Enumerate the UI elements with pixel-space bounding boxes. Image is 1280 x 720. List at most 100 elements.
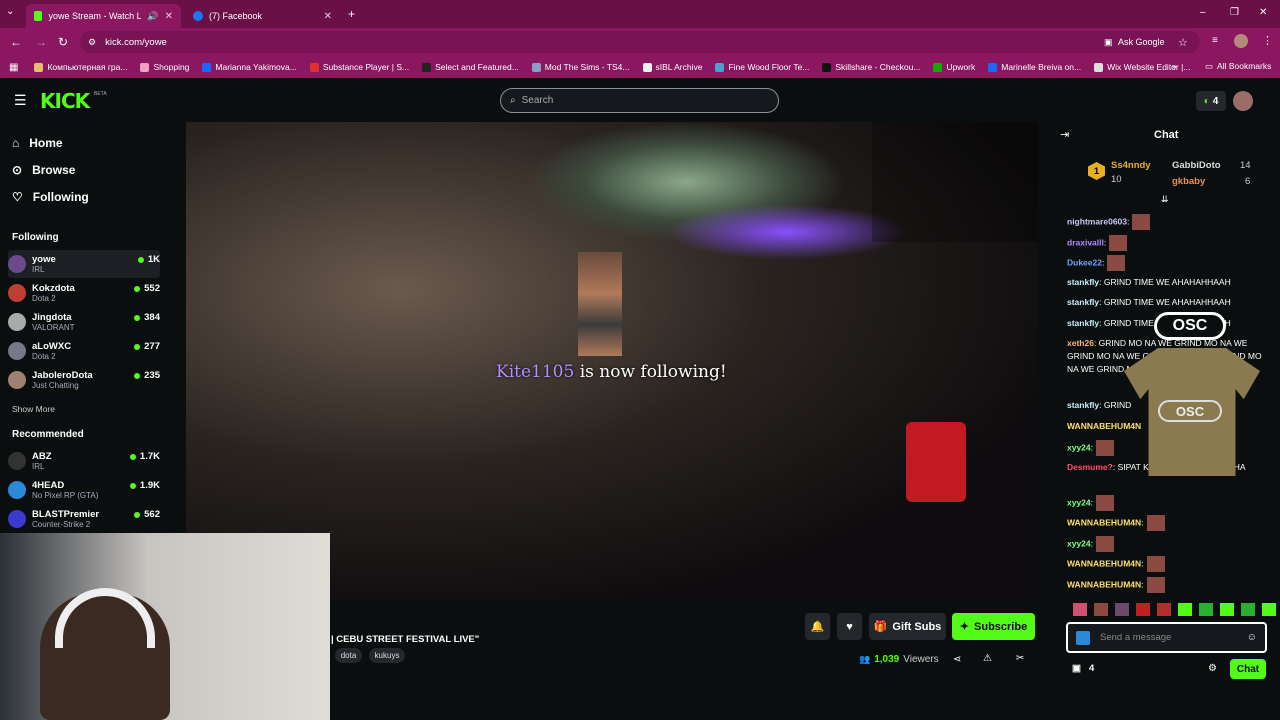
bookmark-item[interactable]: Select and Featured... (422, 62, 519, 72)
browser-menu-icon[interactable]: ⋮ (1262, 34, 1273, 47)
close-tab-icon[interactable]: ✕ (324, 11, 332, 22)
bookmark-item[interactable]: Marianna Yakimova... (202, 62, 297, 72)
star-icon: ✦ (959, 621, 970, 633)
emote-icon[interactable] (1157, 603, 1171, 616)
emote-bar[interactable] (1070, 603, 1276, 616)
bookmark-item[interactable]: Fine Wood Floor Te... (715, 62, 809, 72)
user-avatar[interactable] (1233, 91, 1253, 111)
bookmark-item[interactable]: Upwork (933, 62, 975, 72)
address-field[interactable]: ⚙ kick.com/yowe ▣ Ask Google ☆ (80, 31, 1200, 53)
reload-icon[interactable]: ↻ (58, 35, 68, 49)
kick-emoji-icon[interactable] (1076, 630, 1090, 645)
channel-item[interactable]: aLoWXC Dota 2 277 (8, 337, 160, 365)
avatar (8, 255, 26, 273)
bookmark-item[interactable]: Mod The Sims - TS4... (531, 62, 630, 72)
bookmark-star-icon[interactable]: ☆ (1178, 36, 1188, 49)
webcam-overlay (0, 533, 330, 720)
live-dot-icon (137, 256, 144, 263)
bookmark-item[interactable]: Skillshare - Checkou... (822, 62, 920, 72)
gift-subs-button[interactable]: 🎁 Gift Subs (869, 613, 946, 640)
subscribe-button[interactable]: ✦ Subscribe (952, 613, 1035, 640)
live-dot-icon (134, 372, 141, 379)
collapse-chat-icon[interactable]: ⇥ (1060, 128, 1069, 141)
channel-item[interactable]: Kokzdota Dota 2 552 (8, 279, 160, 307)
follow-heart-button[interactable]: ♥ (837, 613, 862, 640)
follow-text: is now following! (579, 362, 727, 382)
report-icon[interactable]: ⚠ (983, 653, 992, 664)
window-close-icon[interactable]: ✕ (1259, 7, 1267, 18)
close-tab-icon[interactable]: ✕ (165, 11, 173, 22)
chat-input-box[interactable]: Send a message ☺ (1066, 622, 1267, 653)
emote-icon[interactable] (1094, 603, 1108, 616)
back-icon[interactable]: ← (10, 35, 22, 49)
emote-icon[interactable] (1136, 603, 1150, 616)
emote-icon[interactable] (1220, 603, 1234, 616)
restore-icon[interactable]: ❐ (1230, 7, 1239, 18)
channel-item[interactable]: BLASTPremier Counter-Strike 2 562 (8, 505, 160, 533)
tag-kukuys[interactable]: kukuys (369, 648, 405, 663)
emote-icon[interactable] (1199, 603, 1213, 616)
profile-avatar[interactable] (1234, 34, 1248, 48)
video-player[interactable]: Kite1105 is now following! (186, 122, 1038, 600)
emote-icon[interactable] (1115, 603, 1129, 616)
all-bookmarks[interactable]: ▭ All Bookmarks (1205, 61, 1271, 72)
site-info-icon[interactable]: ⚙ (88, 37, 96, 48)
nav-browse[interactable]: ⊙ Browse (0, 157, 172, 183)
chat-message: stankfly: GRIND TIME WE AHAHAHHAAH (1067, 277, 1231, 287)
chat-filter-icon[interactable]: ⇊ (1161, 194, 1169, 205)
chat-input[interactable]: Send a message (1100, 632, 1171, 643)
viewer-count: 562 (134, 509, 160, 520)
live-dot-icon (134, 343, 141, 350)
url-text: kick.com/yowe (105, 36, 167, 48)
apps-grid-icon[interactable]: ▦ (9, 62, 18, 73)
osc-logo: OSC (1154, 312, 1226, 340)
bookmark-item[interactable]: sIBL Archive (642, 62, 702, 72)
channel-item-yowe[interactable]: yowe IRL 1K (8, 250, 160, 278)
channel-item[interactable]: 4HEAD No Pixel RP (GTA) 1.9K (8, 476, 160, 504)
chat-send-button[interactable]: Chat (1230, 659, 1266, 679)
tab-facebook[interactable]: (7) Facebook ✕ (185, 4, 340, 28)
nav-following[interactable]: ♡ Following (0, 184, 172, 210)
points-badge[interactable]: ◐ 4 (1196, 91, 1226, 111)
tab-kick[interactable]: yowe Stream - Watch Live o 🔊 ✕ (26, 4, 181, 28)
clip-icon[interactable]: ✂ (1016, 653, 1024, 664)
search-bar[interactable]: ⌕ Search (500, 88, 779, 113)
emote-icon (1146, 556, 1165, 572)
ask-google-label[interactable]: Ask Google (1118, 37, 1165, 47)
tag-dota[interactable]: dota (335, 648, 362, 663)
rank-badge: 1 (1088, 162, 1105, 180)
bookmark-item[interactable]: Substance Player | S... (309, 62, 409, 72)
bookmark-item[interactable]: Marinelle Breiva on... (988, 62, 1081, 72)
bookmark-item[interactable]: Компьютерная гра... (34, 62, 127, 72)
nav-home[interactable]: ⌂ Home (0, 130, 172, 156)
more-bookmarks-icon[interactable]: » (1172, 61, 1177, 71)
share-icon[interactable]: ⋖ (953, 654, 961, 665)
emote-icon[interactable] (1262, 603, 1276, 616)
tab-search-icon[interactable]: ⌄ (6, 6, 14, 17)
browser-toolbar: ← → ↻ ⚙ kick.com/yowe ▣ Ask Google ☆ ≡ ⋮ (0, 28, 1280, 56)
forward-icon[interactable]: → (35, 35, 47, 49)
reading-list-icon[interactable]: ≡ (1212, 35, 1218, 46)
notification-bell-button[interactable]: 🔔 (805, 613, 830, 640)
chat-message: Dukee22: (1067, 255, 1267, 271)
channel-item[interactable]: Jingdota VALORANT 384 (8, 308, 160, 336)
channel-item[interactable]: ABZ IRL 1.7K (8, 447, 160, 475)
hamburger-menu-icon[interactable]: ☰ (14, 92, 27, 109)
emote-icon[interactable] (1241, 603, 1255, 616)
kick-logo[interactable]: KICK (40, 89, 90, 113)
minimize-icon[interactable]: – (1200, 7, 1206, 18)
stream-title: | CEBU STREET FESTIVAL LIVE" (331, 634, 480, 645)
chat-points[interactable]: ▣ 4 (1072, 663, 1094, 674)
show-more-link[interactable]: Show More (12, 404, 55, 414)
home-icon: ⌂ (12, 136, 20, 150)
new-tab-icon[interactable]: + (348, 7, 355, 21)
chat-settings-icon[interactable]: ⚙ (1208, 663, 1217, 674)
search-input[interactable]: Search (522, 95, 554, 106)
bookmark-item[interactable]: Shopping (140, 62, 189, 72)
channel-item[interactable]: JaboleroDota Just Chatting 235 (8, 366, 160, 394)
google-lens-icon[interactable]: ▣ (1104, 37, 1113, 48)
emote-icon[interactable] (1073, 603, 1087, 616)
emoji-picker-icon[interactable]: ☺ (1247, 632, 1257, 643)
emote-icon[interactable] (1178, 603, 1192, 616)
chat-message: nightmare0603: (1067, 214, 1267, 230)
